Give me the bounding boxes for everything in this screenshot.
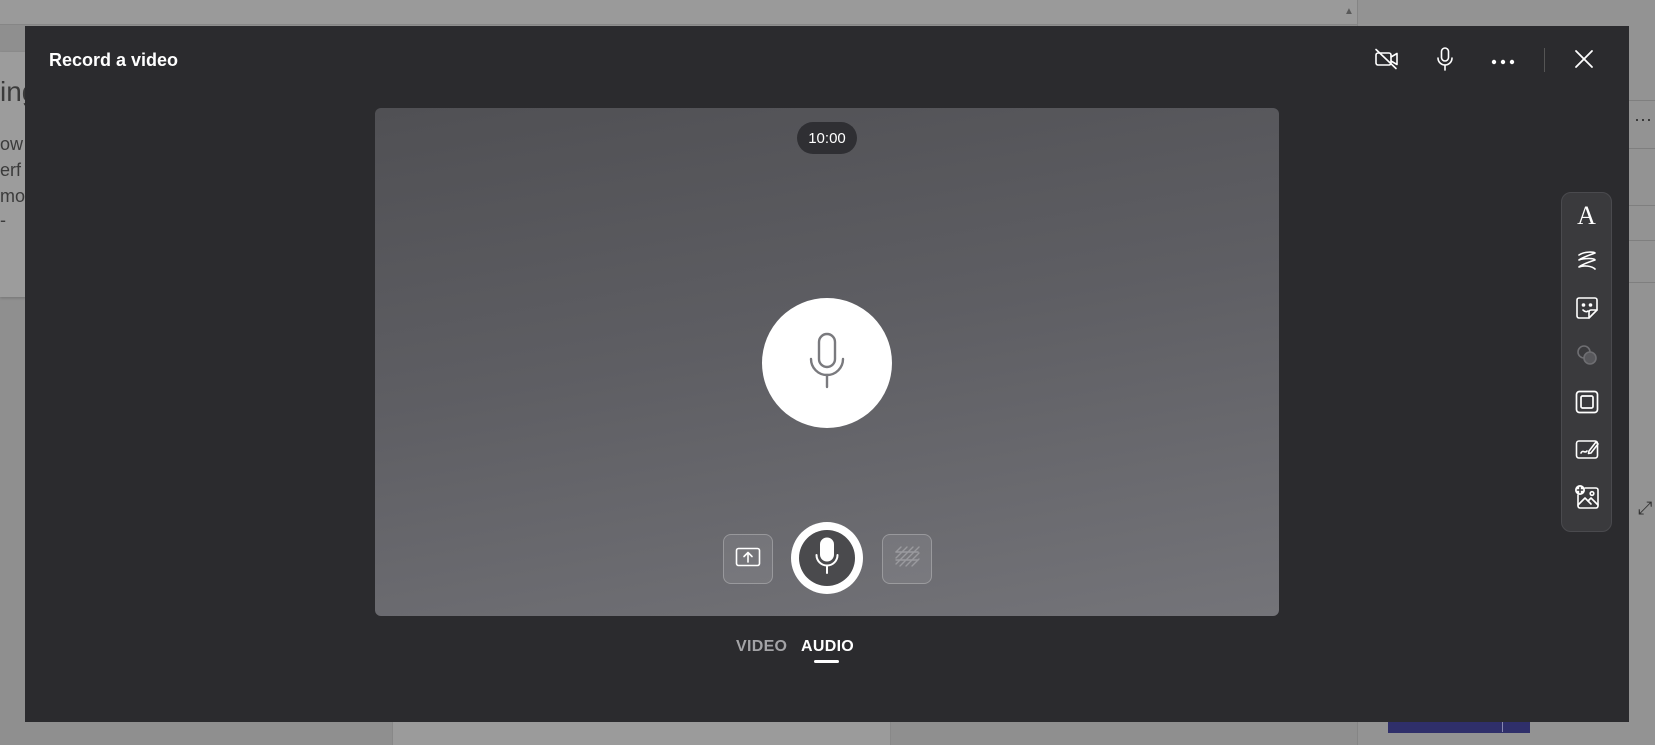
- sticker-icon: [1575, 296, 1599, 325]
- sticker-tool-button[interactable]: [1566, 290, 1607, 330]
- background-divider: [1629, 148, 1655, 149]
- background-divider: [1629, 100, 1655, 101]
- close-button[interactable]: [1566, 43, 1602, 79]
- camera-off-icon: [1374, 48, 1400, 75]
- microphone-icon: [807, 332, 847, 395]
- background-bottom-strip: [392, 722, 891, 745]
- background-divider: [1629, 240, 1655, 241]
- tab-video[interactable]: VIDEO: [736, 638, 787, 656]
- frame-icon: [1575, 390, 1599, 419]
- board-icon: [1575, 438, 1599, 465]
- recording-timer: 10:00: [797, 122, 857, 154]
- background-text: ow: [0, 134, 24, 154]
- microphone-icon: [1436, 46, 1454, 76]
- microphone-toggle-button[interactable]: [1427, 43, 1463, 79]
- background-divider: [1629, 205, 1655, 206]
- selected-tab-indicator: [814, 660, 839, 663]
- effects-toolbar: A: [1561, 192, 1612, 532]
- background-text: erf: [0, 160, 22, 180]
- share-screen-icon: [735, 547, 761, 572]
- background-text: -: [0, 210, 6, 230]
- record-audio-icon: [814, 537, 840, 580]
- more-options-button[interactable]: [1485, 43, 1521, 79]
- header-divider: [1544, 48, 1545, 72]
- background-divider: [1629, 282, 1655, 283]
- record-button-inner: [799, 530, 855, 586]
- background-effects-icon: [894, 545, 920, 573]
- frame-tool-button[interactable]: [1566, 384, 1607, 424]
- add-image-tool-button[interactable]: [1566, 479, 1607, 519]
- add-image-icon: [1574, 484, 1600, 515]
- filters-tool-button[interactable]: [1566, 337, 1607, 377]
- background-text: mor: [0, 186, 26, 206]
- more-icon: ⋯: [1634, 110, 1652, 130]
- record-button[interactable]: [791, 522, 863, 594]
- board-tool-button[interactable]: [1566, 431, 1607, 471]
- background-text: ing: [0, 76, 26, 107]
- audio-placeholder: [762, 298, 892, 428]
- share-screen-button[interactable]: [723, 534, 773, 584]
- text-icon: A: [1577, 201, 1596, 230]
- background-effects-button[interactable]: [882, 534, 932, 584]
- text-tool-button[interactable]: A: [1566, 196, 1607, 236]
- filters-icon: [1575, 343, 1599, 372]
- tab-audio[interactable]: AUDIO: [801, 638, 854, 656]
- record-video-dialog: Record a video 10:00 VIDEO AUDIO A: [25, 26, 1629, 722]
- scroll-up-icon: ▲: [1344, 6, 1354, 17]
- recording-preview: 10:00: [375, 108, 1279, 616]
- dialog-title: Record a video: [49, 50, 179, 70]
- expand-icon: ⤢: [1638, 498, 1653, 518]
- camera-toggle-button[interactable]: [1369, 43, 1405, 79]
- pen-icon: [1576, 249, 1598, 278]
- pen-tool-button[interactable]: [1566, 243, 1607, 283]
- more-options-icon: [1491, 52, 1515, 70]
- close-icon: [1574, 49, 1594, 74]
